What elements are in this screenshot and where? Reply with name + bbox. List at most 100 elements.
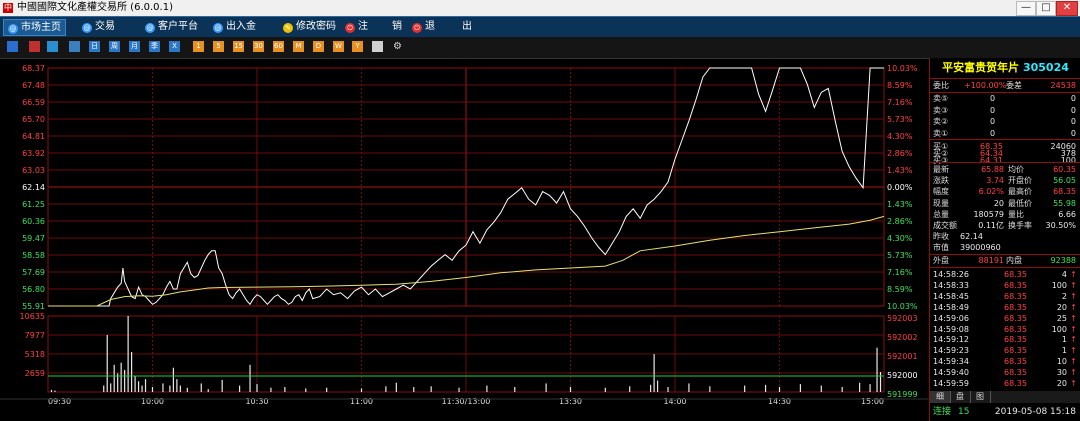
menu-item-7[interactable]: ⏻ 退 xyxy=(412,19,435,34)
volume-bar xyxy=(238,385,241,392)
trade-price: 68.35 xyxy=(1004,346,1027,356)
menu-item-3[interactable]: @ 出入金 xyxy=(213,19,256,34)
intraday-chart: 68.37 10.03% 67.48 8.59% 66.59 7.16% 65.70 5.73… xyxy=(0,64,929,406)
volume-bar xyxy=(869,384,871,392)
indicator-4-icon[interactable]: 30 xyxy=(253,41,264,52)
volume-bar xyxy=(569,386,572,392)
indicator-8-icon[interactable]: W xyxy=(333,41,344,52)
price-tick-label: 60.36 xyxy=(22,217,45,226)
pct-tick-label: 5.73% xyxy=(887,251,913,260)
volume-bar xyxy=(799,384,801,392)
menu-item-8[interactable]: 出 xyxy=(462,19,472,34)
up-arrow-icon: ↑ xyxy=(1070,313,1077,323)
volume-bar xyxy=(430,386,432,392)
tab-1[interactable]: 盘 xyxy=(950,391,971,403)
price-tick-label: 59.47 xyxy=(22,234,45,243)
title-bar: 中 中國國際文化產權交易所 (6.0.0.1) — □ ✕ xyxy=(0,0,1080,16)
close-button[interactable]: ✕ xyxy=(1056,1,1078,16)
ask-label: 卖② xyxy=(933,117,949,126)
indicator-2-icon[interactable]: 5 xyxy=(213,41,224,52)
volume-bar xyxy=(113,364,115,392)
pct-tick-label: 5.73% xyxy=(887,115,913,124)
indicator-9-icon[interactable]: Y xyxy=(352,41,363,52)
oi-tick-label: 592000 xyxy=(887,371,918,380)
trade-time: 14:58:26 xyxy=(933,270,969,279)
stat-row: 现量 20 最低价 55.98 xyxy=(930,198,1080,209)
trade-row: 14:59:08 68.35 100 ↑ xyxy=(930,324,1080,335)
bar-chart-icon[interactable] xyxy=(7,41,18,52)
stat-value: 60.35 xyxy=(1053,165,1076,174)
indicator-6-icon[interactable]: M xyxy=(293,41,304,52)
trade-row: 14:59:23 68.35 1 ↑ xyxy=(930,345,1080,356)
indicator-5-icon[interactable]: 60 xyxy=(273,41,284,52)
price-tick-label: 62.14 xyxy=(22,183,45,192)
maximize-button[interactable]: □ xyxy=(1036,1,1056,16)
stat-row: 最新 65.88 均价 60.35 xyxy=(930,164,1080,175)
trade-price: 68.35 xyxy=(1004,280,1027,290)
oi-tick-label: 592002 xyxy=(887,333,918,342)
menu-item-6[interactable]: 销 xyxy=(392,19,402,34)
close-icon[interactable]: X xyxy=(169,41,180,52)
quote-panel: 平安富贵贺年片 305024 委比 +100.00% 委差 24538 卖⑤ 0 0… xyxy=(929,58,1080,421)
stat-label: 换手率 xyxy=(1008,221,1032,230)
volume-tick-label: 2659 xyxy=(25,369,45,378)
volume-bar xyxy=(709,386,711,392)
pct-tick-label: 1.43% xyxy=(887,166,913,175)
stat-label: 市值 xyxy=(933,243,949,253)
volume-bar xyxy=(207,389,209,392)
weicha-label: 委差 xyxy=(1006,81,1022,90)
month-icon[interactable]: 月 xyxy=(129,41,140,52)
power-icon: ⏻ xyxy=(345,23,355,33)
ask-label: 卖③ xyxy=(933,105,949,115)
weibi-row: 委比 +100.00% 委差 24538 xyxy=(930,80,1080,91)
weibi-value: +100.00% xyxy=(964,81,1007,90)
trade-row: 14:59:40 68.35 30 ↑ xyxy=(930,367,1080,378)
stat-value: 3.74 xyxy=(986,176,1004,186)
menu-item-0[interactable]: @ 市场主页 xyxy=(3,19,66,36)
volume-bar xyxy=(131,351,133,392)
menu-item-5[interactable]: ⏻ 注 xyxy=(345,19,368,34)
list-icon[interactable] xyxy=(69,41,80,52)
stat-value: 39000960 xyxy=(960,243,1001,253)
price-tick-label: 57.69 xyxy=(22,268,45,277)
trade-volume: 100 xyxy=(1051,324,1067,334)
indicator-3-icon[interactable]: 15 xyxy=(233,41,244,52)
menu-item-label: 交易 xyxy=(95,21,115,32)
time-tick-label: 11:00 xyxy=(350,397,373,406)
draw-icon[interactable] xyxy=(372,41,383,52)
day-icon[interactable]: 日 xyxy=(89,41,100,52)
volume-bar xyxy=(486,385,488,392)
price-tick-label: 67.48 xyxy=(22,81,45,90)
trade-price: 68.35 xyxy=(1004,335,1027,345)
divider xyxy=(930,139,1080,140)
volume-bar xyxy=(859,382,861,392)
volume-bar xyxy=(656,380,659,392)
indicator-7-icon[interactable]: D xyxy=(313,41,324,52)
stat-row: 总量 180579 量比 6.66 xyxy=(930,209,1080,220)
quarter-icon[interactable]: 季 xyxy=(149,41,160,52)
minimize-button[interactable]: — xyxy=(1016,1,1036,16)
time-tick-label: 10:30 xyxy=(245,397,268,406)
menu-item-1[interactable]: @ 交易 xyxy=(82,19,115,34)
price-tick-label: 63.03 xyxy=(22,166,45,175)
up-arrow-icon: ↑ xyxy=(1070,280,1077,290)
candlestick-icon[interactable] xyxy=(47,41,58,52)
line-chart-icon[interactable] xyxy=(29,41,40,52)
app-logo-icon: 中 xyxy=(3,3,13,13)
menu-item-4[interactable]: ✎ 修改密码 xyxy=(283,19,336,34)
pct-tick-label: 7.16% xyxy=(887,268,913,277)
stat-label: 现量 xyxy=(933,198,949,208)
divider xyxy=(930,78,1080,79)
tab-0[interactable]: 细 xyxy=(930,391,951,403)
tab-2[interactable]: 图 xyxy=(970,391,991,403)
indicator-1-icon[interactable]: 1 xyxy=(193,41,204,52)
ask-price: 0 xyxy=(990,94,996,103)
gear-icon[interactable]: ⚙ xyxy=(392,41,403,52)
menu-item-2[interactable]: @ 客户平台 xyxy=(145,19,198,34)
trade-price: 68.35 xyxy=(1004,324,1027,334)
stat-value: 180579 xyxy=(973,209,1004,219)
up-arrow-icon: ↑ xyxy=(1070,302,1077,312)
week-icon[interactable]: 周 xyxy=(109,41,120,52)
volume-bar xyxy=(103,385,105,392)
detail-tabs: 细盘图 xyxy=(930,391,1080,403)
